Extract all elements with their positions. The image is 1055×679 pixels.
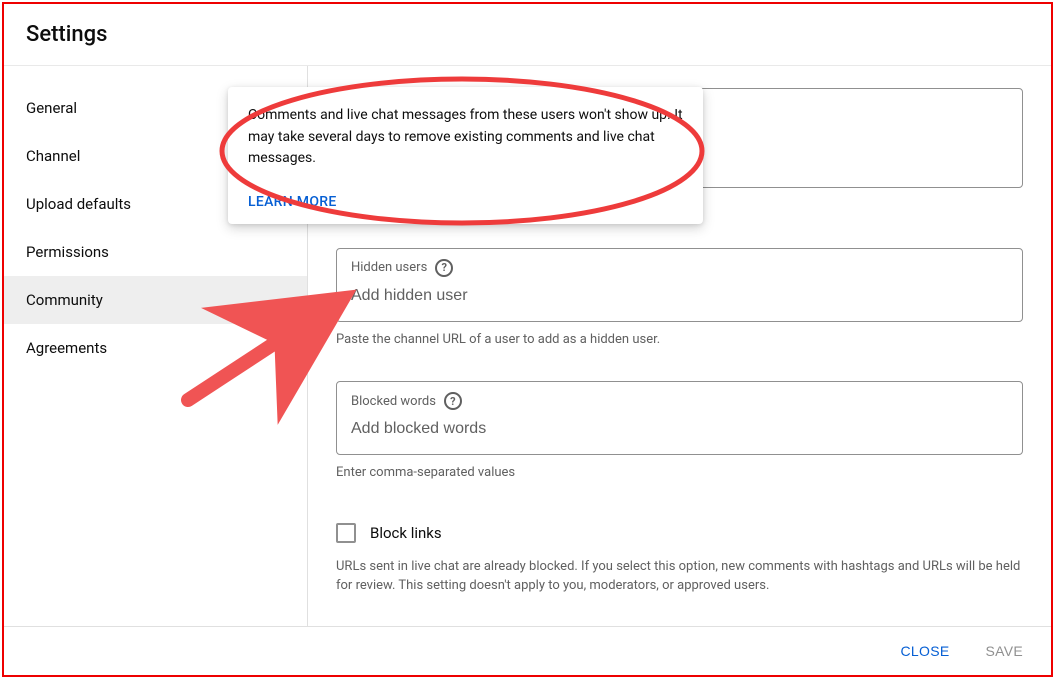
sidebar-item-community[interactable]: Community (4, 276, 307, 324)
hidden-users-helper: Paste the channel URL of a user to add a… (336, 330, 1023, 350)
hidden-users-input[interactable] (351, 277, 1008, 311)
help-icon[interactable]: ? (435, 259, 453, 277)
blocked-words-helper: Enter comma-separated values (336, 463, 1023, 483)
blocked-words-label: Blocked words (351, 394, 436, 409)
sidebar-item-permissions[interactable]: Permissions (4, 228, 307, 276)
hidden-users-field-box[interactable]: Hidden users ? (336, 248, 1023, 322)
block-links-helper: URLs sent in live chat are already block… (336, 557, 1023, 596)
block-links-label: Block links (370, 524, 442, 542)
close-button[interactable]: CLOSE (893, 637, 958, 665)
hidden-users-label: Hidden users (351, 260, 427, 275)
dialog-title: Settings (26, 22, 1029, 47)
help-icon[interactable]: ? (444, 392, 462, 410)
tooltip-text: Comments and live chat messages from the… (248, 105, 683, 170)
dialog-header: Settings (4, 4, 1051, 66)
blocked-words-input[interactable] (351, 410, 1008, 444)
block-links-checkbox[interactable] (336, 523, 356, 543)
block-links-row: Block links (336, 523, 1023, 543)
save-button[interactable]: SAVE (977, 637, 1031, 665)
dialog-footer: CLOSE SAVE (4, 626, 1051, 675)
blocked-words-block: Blocked words ? Enter comma-separated va… (336, 381, 1023, 483)
blocked-words-field-box[interactable]: Blocked words ? (336, 381, 1023, 455)
learn-more-link[interactable]: LEARN MORE (248, 194, 337, 210)
hidden-users-tooltip: Comments and live chat messages from the… (228, 87, 703, 224)
hidden-users-block: Hidden users ? Paste the channel URL of … (336, 248, 1023, 350)
blocked-words-label-row: Blocked words ? (351, 392, 1008, 410)
hidden-users-label-row: Hidden users ? (351, 259, 1008, 277)
sidebar-item-agreements[interactable]: Agreements (4, 324, 307, 372)
